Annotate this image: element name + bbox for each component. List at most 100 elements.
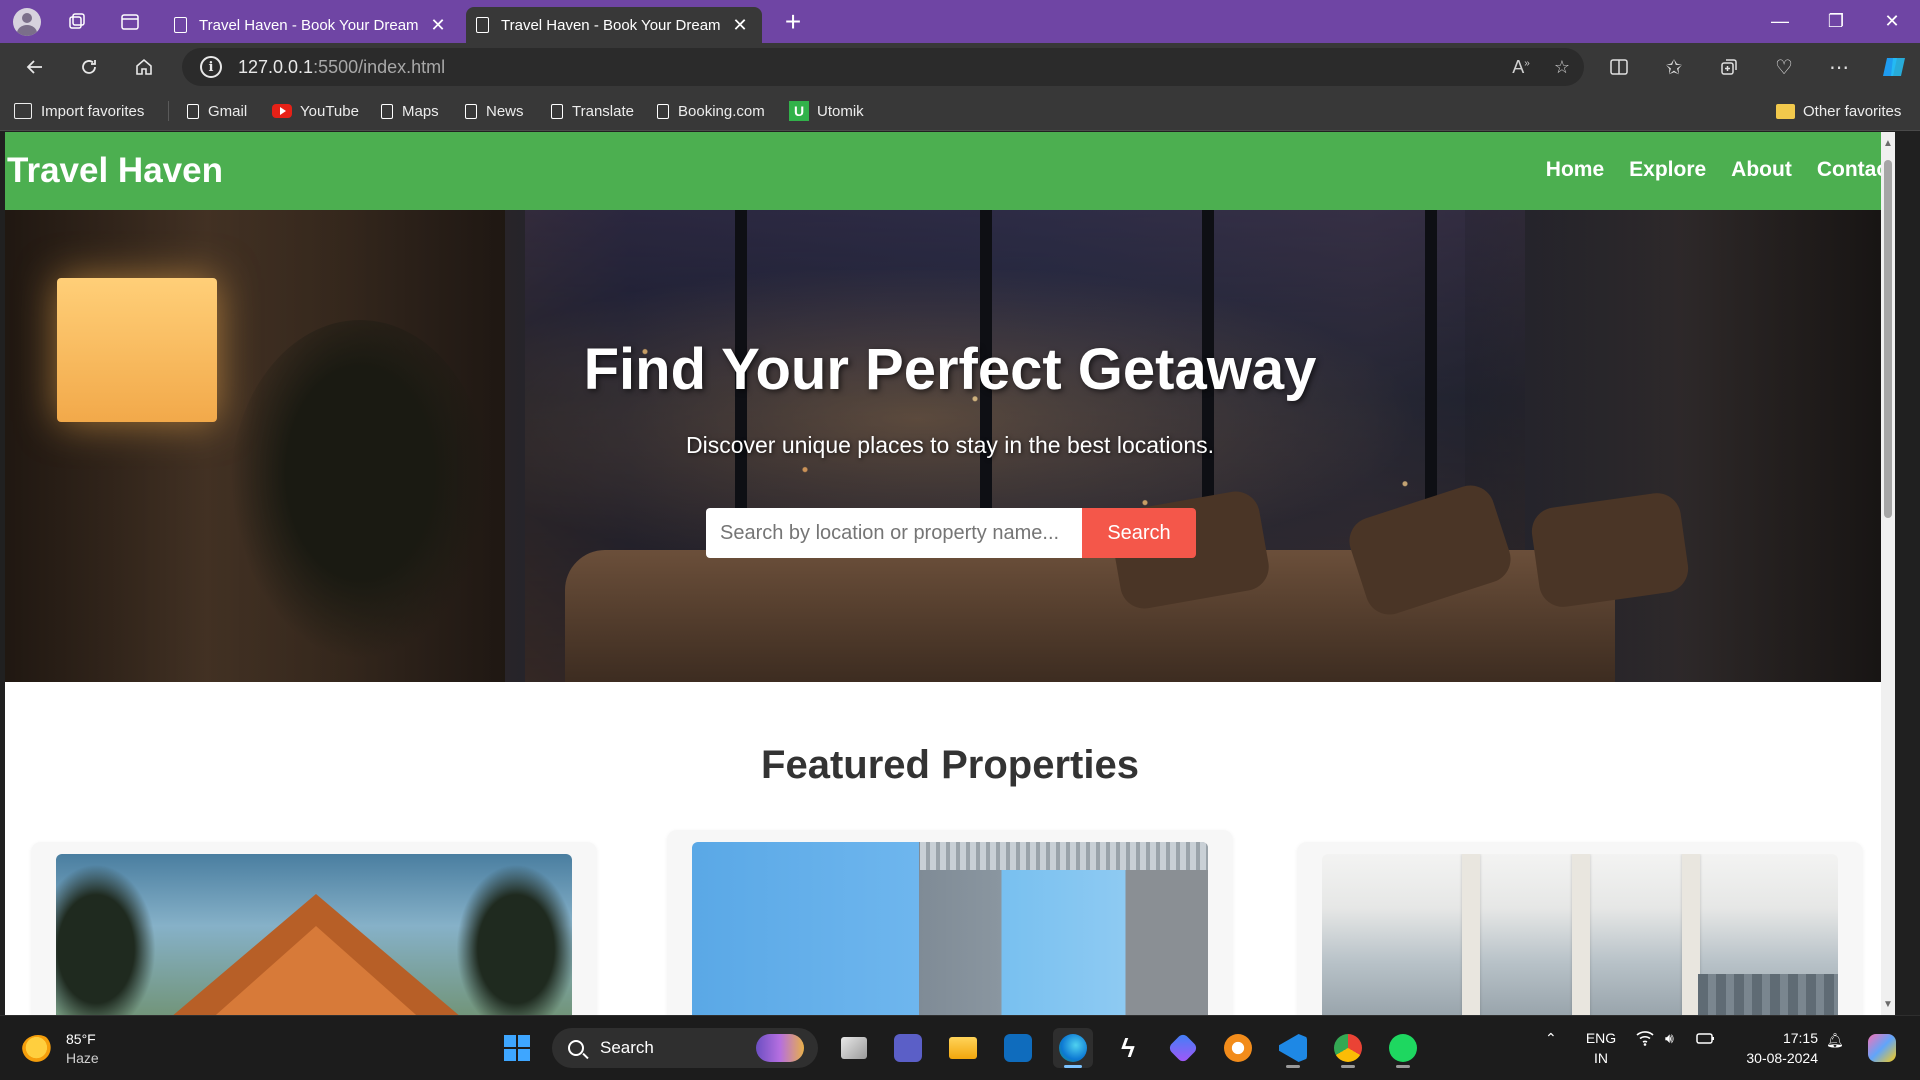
property-card[interactable] (1297, 842, 1863, 1015)
profile-avatar-button[interactable] (9, 4, 45, 40)
weather-sun-icon (22, 1035, 54, 1063)
new-tab-button[interactable]: + (776, 5, 810, 39)
scroll-thumb[interactable] (1884, 160, 1892, 518)
weather-temperature: 85°F (66, 1031, 96, 1047)
address-bar[interactable]: i 127.0.0.1:5500/index.html A» ☆ (182, 48, 1584, 86)
fav-label: Translate (572, 102, 634, 120)
search-input[interactable] (706, 508, 1082, 558)
import-icon (14, 103, 32, 119)
task-view-button[interactable] (834, 1028, 874, 1068)
wifi-icon[interactable] (1636, 1030, 1654, 1049)
tab-close-icon[interactable]: ✕ (731, 15, 749, 36)
fav-label: News (486, 102, 524, 120)
nav-home[interactable]: Home (1546, 158, 1604, 182)
nav-about[interactable]: About (1731, 158, 1792, 182)
scroll-up-icon[interactable]: ▲ (1883, 138, 1893, 150)
fav-maps[interactable]: Maps (381, 99, 439, 123)
other-favorites-folder[interactable]: Other favorites (1776, 99, 1901, 123)
read-aloud-icon[interactable]: A» (1512, 57, 1530, 78)
page-icon (476, 17, 489, 33)
tab-title: Travel Haven - Book Your Dream Stay (501, 16, 721, 34)
tab-travel-haven-1[interactable]: Travel Haven - Book Your Dream Stay ✕ (164, 7, 460, 43)
property-card[interactable] (31, 842, 597, 1015)
outlook-app[interactable] (998, 1028, 1038, 1068)
copilot-tray-button[interactable] (1862, 1028, 1902, 1068)
clock-time: 17:15 (1782, 1030, 1818, 1046)
file-explorer-app[interactable] (943, 1028, 983, 1068)
site-info-icon[interactable]: i (200, 56, 222, 78)
windows-taskbar: 85°F Haze Search ϟ ⌃ ENG IN 🔊︎ 17:15 30-… (0, 1015, 1920, 1080)
page-scrollbar[interactable]: ▲ ▼ (1881, 132, 1895, 1015)
pergola-beam (920, 842, 1208, 870)
import-favorites-link[interactable]: Import favorites (14, 99, 144, 123)
taskbar-search[interactable]: Search (552, 1028, 818, 1068)
fav-label: Import favorites (41, 102, 145, 120)
volume-icon[interactable]: 🔊︎ (1665, 1030, 1674, 1047)
page-icon (174, 17, 187, 33)
fav-translate[interactable]: Translate (551, 99, 634, 123)
site-header: Travel Haven Home Explore About Contact (5, 132, 1895, 210)
back-button[interactable] (17, 49, 53, 85)
favorites-button[interactable]: ✩ (1656, 49, 1692, 85)
favorite-star-icon[interactable]: ☆ (1554, 57, 1570, 78)
fav-news[interactable]: News (465, 99, 524, 123)
collections-button[interactable] (1711, 49, 1747, 85)
split-screen-button[interactable] (1601, 49, 1637, 85)
workspaces-button[interactable] (59, 4, 95, 40)
fav-label: Gmail (208, 102, 248, 120)
weather-widget[interactable]: 85°F Haze (22, 1030, 99, 1068)
fav-label: Maps (402, 102, 439, 120)
browser-essentials-button[interactable]: ♡ (1766, 49, 1802, 85)
hero-subtitle: Discover unique places to stay in the be… (685, 432, 1214, 458)
battery-icon[interactable] (1696, 1030, 1716, 1049)
restore-button[interactable]: ❐ (1808, 0, 1864, 43)
copilot-button[interactable] (1876, 49, 1912, 85)
vscode-app[interactable] (1273, 1028, 1313, 1068)
chrome-icon (1334, 1034, 1362, 1062)
teams-app[interactable] (888, 1028, 928, 1068)
task-view-icon (841, 1037, 867, 1059)
vertical-tabs-button[interactable] (112, 4, 148, 40)
nav-explore[interactable]: Explore (1629, 158, 1706, 182)
fav-gmail[interactable]: Gmail (187, 99, 247, 123)
refresh-button[interactable] (71, 49, 107, 85)
browser-toolbar: i 127.0.0.1:5500/index.html A» ☆ ✩ ♡ ⋯ (0, 43, 1920, 91)
start-button[interactable] (497, 1028, 537, 1068)
url-text[interactable]: 127.0.0.1:5500/index.html (238, 57, 445, 78)
chrome-app[interactable] (1328, 1028, 1368, 1068)
spotify-app[interactable] (1383, 1028, 1423, 1068)
settings-more-button[interactable]: ⋯ (1821, 49, 1857, 85)
site-logo[interactable]: Travel Haven (7, 151, 223, 191)
input-language[interactable]: ENG IN (1583, 1028, 1619, 1068)
url-path: :5500/index.html (313, 56, 446, 77)
notification-bell-icon[interactable]: 🔔︎ (1826, 1032, 1844, 1049)
fav-booking[interactable]: Booking.com (657, 99, 765, 123)
close-window-button[interactable]: ✕ (1864, 0, 1920, 43)
edge-app[interactable] (1053, 1028, 1093, 1068)
property-card[interactable] (667, 830, 1233, 1015)
search-button[interactable]: Search (1082, 508, 1196, 558)
copilot-app[interactable] (1163, 1028, 1203, 1068)
tab-travel-haven-2[interactable]: Travel Haven - Book Your Dream Stay ✕ (466, 7, 762, 43)
scroll-down-icon[interactable]: ▼ (1883, 999, 1893, 1011)
tab-title: Travel Haven - Book Your Dream Stay (199, 16, 419, 34)
windows-logo-icon (504, 1035, 530, 1061)
language-code: ENG (1585, 1030, 1617, 1046)
property-image-modern[interactable] (692, 842, 1208, 1015)
region-code: IN (1594, 1050, 1608, 1066)
window-column (1462, 854, 1480, 1015)
address-bar-actions: A» ☆ (1512, 48, 1570, 86)
tab-close-icon[interactable]: ✕ (429, 15, 447, 36)
property-image-penthouse[interactable] (1322, 854, 1838, 1015)
app-bolt[interactable]: ϟ (1108, 1028, 1148, 1068)
property-image-cabin[interactable] (56, 854, 572, 1015)
home-button[interactable] (126, 49, 162, 85)
show-hidden-icons-chevron-up-icon[interactable]: ⌃ (1545, 1030, 1557, 1047)
minimize-button[interactable]: — (1752, 0, 1808, 43)
system-clock[interactable]: 17:15 30-08-2024 (1738, 1028, 1818, 1068)
fav-utomik[interactable]: U Utomik (789, 99, 864, 123)
fav-youtube[interactable]: YouTube (272, 99, 359, 123)
taskbar-search-label: Search (600, 1038, 654, 1057)
vlc-or-app[interactable] (1218, 1028, 1258, 1068)
heart-pulse-icon: ♡ (1775, 56, 1793, 79)
